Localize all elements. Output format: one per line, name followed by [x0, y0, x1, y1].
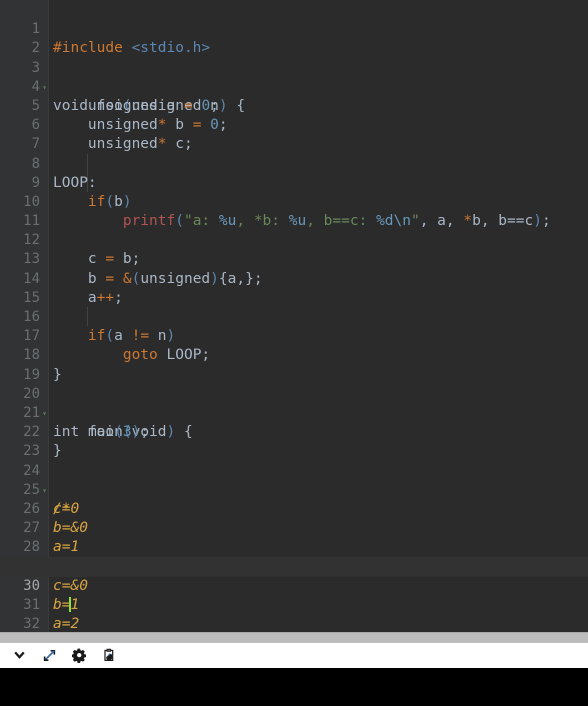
- code-line[interactable]: 28: [0, 519, 588, 555]
- terminal-toolbar: [0, 643, 588, 668]
- code-line[interactable]: 29 c=&0: [0, 538, 588, 593]
- gear-icon[interactable]: [66, 645, 92, 667]
- code-line[interactable]: 6 unsigned* c;: [0, 97, 588, 152]
- code-line[interactable]: 24 ▾ /*: [0, 442, 588, 517]
- chevron-down-icon[interactable]: [6, 645, 32, 667]
- panel-splitter[interactable]: [0, 632, 588, 643]
- code-line[interactable]: 20 ▾ int main(void) {: [0, 366, 588, 440]
- code-editor[interactable]: 1 #include <stdio.h> 2 3 ▾ void foo(unsi…: [0, 0, 588, 632]
- code-line[interactable]: 4 unsigned a = 0;: [0, 59, 588, 114]
- code-line[interactable]: 26 b=&0: [0, 481, 588, 536]
- code-line[interactable]: 23: [0, 423, 588, 459]
- ide-window: 1 #include <stdio.h> 2 3 ▾ void foo(unsi…: [0, 0, 588, 706]
- code-line[interactable]: 11: [0, 193, 588, 229]
- code-line[interactable]: 1 #include <stdio.h>: [0, 1, 588, 56]
- code-line[interactable]: 15: [0, 270, 588, 306]
- paste-hand-icon[interactable]: [96, 645, 122, 667]
- code-line-active[interactable]: 30 b=1: [0, 557, 588, 613]
- code-line[interactable]: 5 unsigned* b = 0;: [0, 78, 588, 133]
- code-line[interactable]: 32 */: [0, 596, 588, 632]
- code-line[interactable]: 21 foo(3);: [0, 385, 588, 440]
- terminal-output[interactable]: a: 1, *b: 0, b==c: 0 a: 2, *b: 1, b==c: …: [0, 668, 588, 706]
- code-line[interactable]: 3 ▾ void foo(unsigned n) {: [0, 39, 588, 114]
- code-line[interactable]: 13 b = &(unsigned){a,};: [0, 231, 588, 286]
- code-line[interactable]: 9 if(b): [0, 155, 588, 210]
- code-line[interactable]: 14 a++;: [0, 250, 588, 306]
- code-line[interactable]: 16 if(a != n): [0, 289, 588, 344]
- code-line[interactable]: 7: [0, 116, 588, 152]
- code-line[interactable]: 12 c = b;: [0, 212, 588, 267]
- line-number: 32: [23, 616, 40, 632]
- editor-lines: 1 #include <stdio.h> 2 3 ▾ void foo(unsi…: [0, 0, 588, 632]
- code-line[interactable]: 31 a=2: [0, 577, 588, 632]
- code-line[interactable]: 8 LOOP:: [0, 135, 588, 191]
- code-line[interactable]: 2: [0, 20, 588, 56]
- code-line[interactable]: 10 printf("a: %u, *b: %u, b==c: %d\n", a…: [0, 174, 588, 229]
- code-line[interactable]: 27 a=1: [0, 500, 588, 555]
- code-line[interactable]: 22 }: [0, 404, 588, 459]
- expand-arrows-icon[interactable]: [36, 645, 62, 667]
- code-line[interactable]: 18 }: [0, 327, 588, 382]
- code-line[interactable]: 17 goto LOOP;: [0, 308, 588, 363]
- code-line[interactable]: 25 c=0: [0, 462, 588, 517]
- code-line[interactable]: 19: [0, 346, 588, 383]
